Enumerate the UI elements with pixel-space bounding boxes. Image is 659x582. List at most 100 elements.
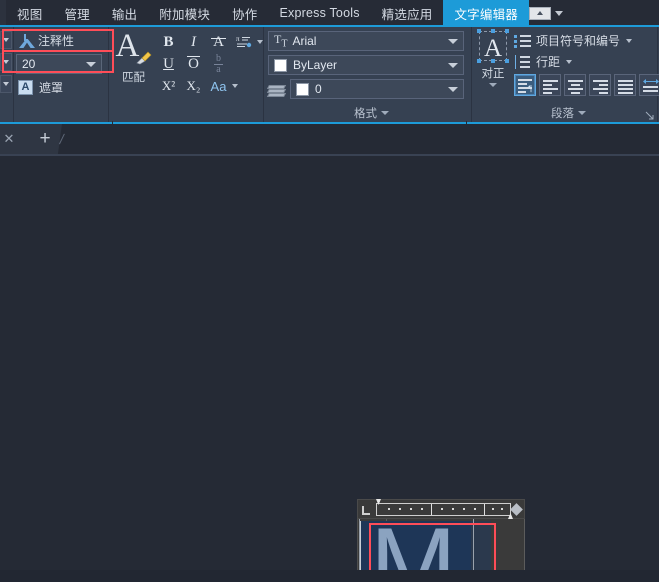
tab-stop-L-icon[interactable] xyxy=(362,506,370,515)
chevron-down-icon xyxy=(448,38,458,44)
ribbon-tab-featured-apps[interactable]: 精选应用 xyxy=(371,0,444,26)
layer-combobox[interactable]: 0 xyxy=(290,79,464,99)
pilcrow-icon: ¶ xyxy=(528,84,532,93)
ribbon-tab-strip-right xyxy=(529,0,659,26)
color-combobox[interactable]: ByLayer xyxy=(268,55,464,75)
oblique-angle-icon: π xyxy=(236,35,251,48)
line-spacing-button[interactable]: 行距 xyxy=(514,51,659,72)
clipped-dropdown-3[interactable] xyxy=(0,75,12,93)
ribbon-tab-output[interactable]: 输出 xyxy=(101,0,148,26)
ribbon-tab-text-editor[interactable]: 文字编辑器 xyxy=(443,0,529,26)
overline-button[interactable]: O xyxy=(181,54,206,75)
strikethrough-icon: A xyxy=(211,33,226,50)
italic-icon: I xyxy=(191,33,196,50)
panel-paragraph-label-text: 段落 xyxy=(551,108,574,120)
panel-paragraph-label[interactable]: 段落 xyxy=(476,105,659,121)
format-row-3: X² X₂ Aa xyxy=(156,75,263,97)
chevron-down-icon xyxy=(566,59,573,64)
match-label: 匹配 xyxy=(122,72,145,84)
ribbon-tab-manage[interactable]: 管理 xyxy=(53,0,100,26)
font-value: Arial xyxy=(292,34,317,48)
ribbon-tab-label: 文字编辑器 xyxy=(454,7,518,22)
chevron-down-icon[interactable] xyxy=(232,84,238,88)
underline-icon: U xyxy=(163,55,174,72)
alignment-button-group: ¶ xyxy=(514,74,659,96)
align-justify-button[interactable] xyxy=(614,74,636,96)
annotation-highlight-line-top xyxy=(2,50,114,52)
overline-icon: O xyxy=(187,55,200,72)
chevron-down-icon xyxy=(626,38,633,43)
chevron-down-icon[interactable] xyxy=(257,40,263,44)
underline-button[interactable]: U xyxy=(156,54,181,75)
color-swatch xyxy=(274,58,287,72)
drawing-canvas[interactable]: M xyxy=(0,156,659,582)
oblique-angle-button[interactable]: π xyxy=(231,32,256,53)
close-tab-icon[interactable]: ✕ xyxy=(4,131,15,147)
canvas-bottom-strip xyxy=(0,570,659,582)
layer-row: 0 xyxy=(266,79,466,103)
file-tab-active[interactable]: ✕ xyxy=(0,124,30,154)
new-tab-plus-icon: + xyxy=(39,128,51,149)
match-properties-group: A 匹配 xyxy=(111,29,156,122)
font-combobox[interactable]: TT Arial xyxy=(268,31,464,51)
line-spacing-label: 行距 xyxy=(536,55,561,69)
align-left-button[interactable] xyxy=(539,74,561,96)
ribbon-tab-strip: 视图 管理 输出 附加模块 协作 Express Tools 精选应用 文字编辑… xyxy=(0,0,659,26)
justify-label: 对正 xyxy=(481,68,505,80)
paragraph-dialog-align-button[interactable]: ¶ xyxy=(514,74,536,96)
panel-format-label-text: 格式 xyxy=(354,108,377,120)
format-row-1: B I A π xyxy=(156,31,263,53)
format-row-2: U O ba xyxy=(156,53,263,75)
strikethrough-button[interactable]: A xyxy=(206,32,231,53)
stack-button[interactable]: ba xyxy=(206,53,231,75)
subscript-button[interactable]: X₂ xyxy=(181,76,206,97)
new-tab-button[interactable]: + xyxy=(28,124,62,154)
panel-formatting: A 匹配 B I A π U O b a X² X₂ Aa xyxy=(109,27,264,122)
ribbon-tab-addins[interactable]: 附加模块 xyxy=(148,0,221,26)
ribbon-tab-view[interactable]: 视图 xyxy=(6,0,53,26)
ribbon-tab-collaborate[interactable]: 协作 xyxy=(221,0,268,26)
chevron-down-icon[interactable] xyxy=(555,10,563,16)
file-tab-bar: ✕ + / xyxy=(0,121,659,156)
justify-button[interactable]: A xyxy=(476,29,510,66)
superscript-button[interactable]: X² xyxy=(156,76,181,97)
color-value: ByLayer xyxy=(293,58,338,72)
bullets-numbering-icon xyxy=(514,34,531,48)
paragraph-dialog-launcher[interactable] xyxy=(645,111,654,120)
distribute-arrow-icon xyxy=(643,79,659,84)
layer-value: 0 xyxy=(315,82,322,96)
text-format-buttons: B I A π U O b a X² X₂ Aa xyxy=(156,29,263,122)
align-right-button[interactable] xyxy=(589,74,611,96)
annotation-highlight-line-bottom xyxy=(2,71,114,73)
subscript-icon: X₂ xyxy=(186,78,201,93)
mask-A-icon: A xyxy=(18,80,33,95)
bold-button[interactable]: B xyxy=(156,32,181,53)
ruler-diamond-icon[interactable] xyxy=(510,503,523,516)
change-case-icon: Aa xyxy=(210,78,227,94)
chevron-down-icon[interactable] xyxy=(489,83,497,87)
align-center-button[interactable] xyxy=(564,74,586,96)
mask-button[interactable]: A 遮罩 xyxy=(16,77,104,98)
panel-format-label[interactable]: 格式 xyxy=(268,105,475,121)
ribbon-tab-label: Express Tools xyxy=(279,6,360,20)
line-spacing-icon xyxy=(514,54,531,69)
panel-format: TT Arial ByLayer 0 格式 xyxy=(264,27,472,122)
font-TT-icon: TT xyxy=(274,32,288,50)
chevron-down-icon xyxy=(3,82,9,86)
ribbon-tab-express-tools[interactable]: Express Tools xyxy=(268,0,370,26)
ribbon-tab-label: 附加模块 xyxy=(159,7,211,22)
chevron-down-icon xyxy=(381,111,389,115)
layer-color-swatch xyxy=(296,82,309,96)
italic-button[interactable]: I xyxy=(181,32,206,53)
layers-icon xyxy=(266,84,287,99)
svg-text:π: π xyxy=(236,35,240,43)
mask-label: 遮罩 xyxy=(39,81,64,95)
ribbon-tab-label: 协作 xyxy=(232,7,258,22)
change-case-button[interactable]: Aa xyxy=(206,76,231,97)
bold-icon: B xyxy=(163,33,174,50)
match-properties-button[interactable]: A xyxy=(114,30,154,68)
ribbon-tab-label: 输出 xyxy=(111,7,138,22)
bullets-numbering-button[interactable]: 项目符号和编号 xyxy=(514,30,659,51)
align-distributed-button[interactable] xyxy=(639,74,659,96)
minimize-ribbon-button[interactable] xyxy=(529,6,551,20)
